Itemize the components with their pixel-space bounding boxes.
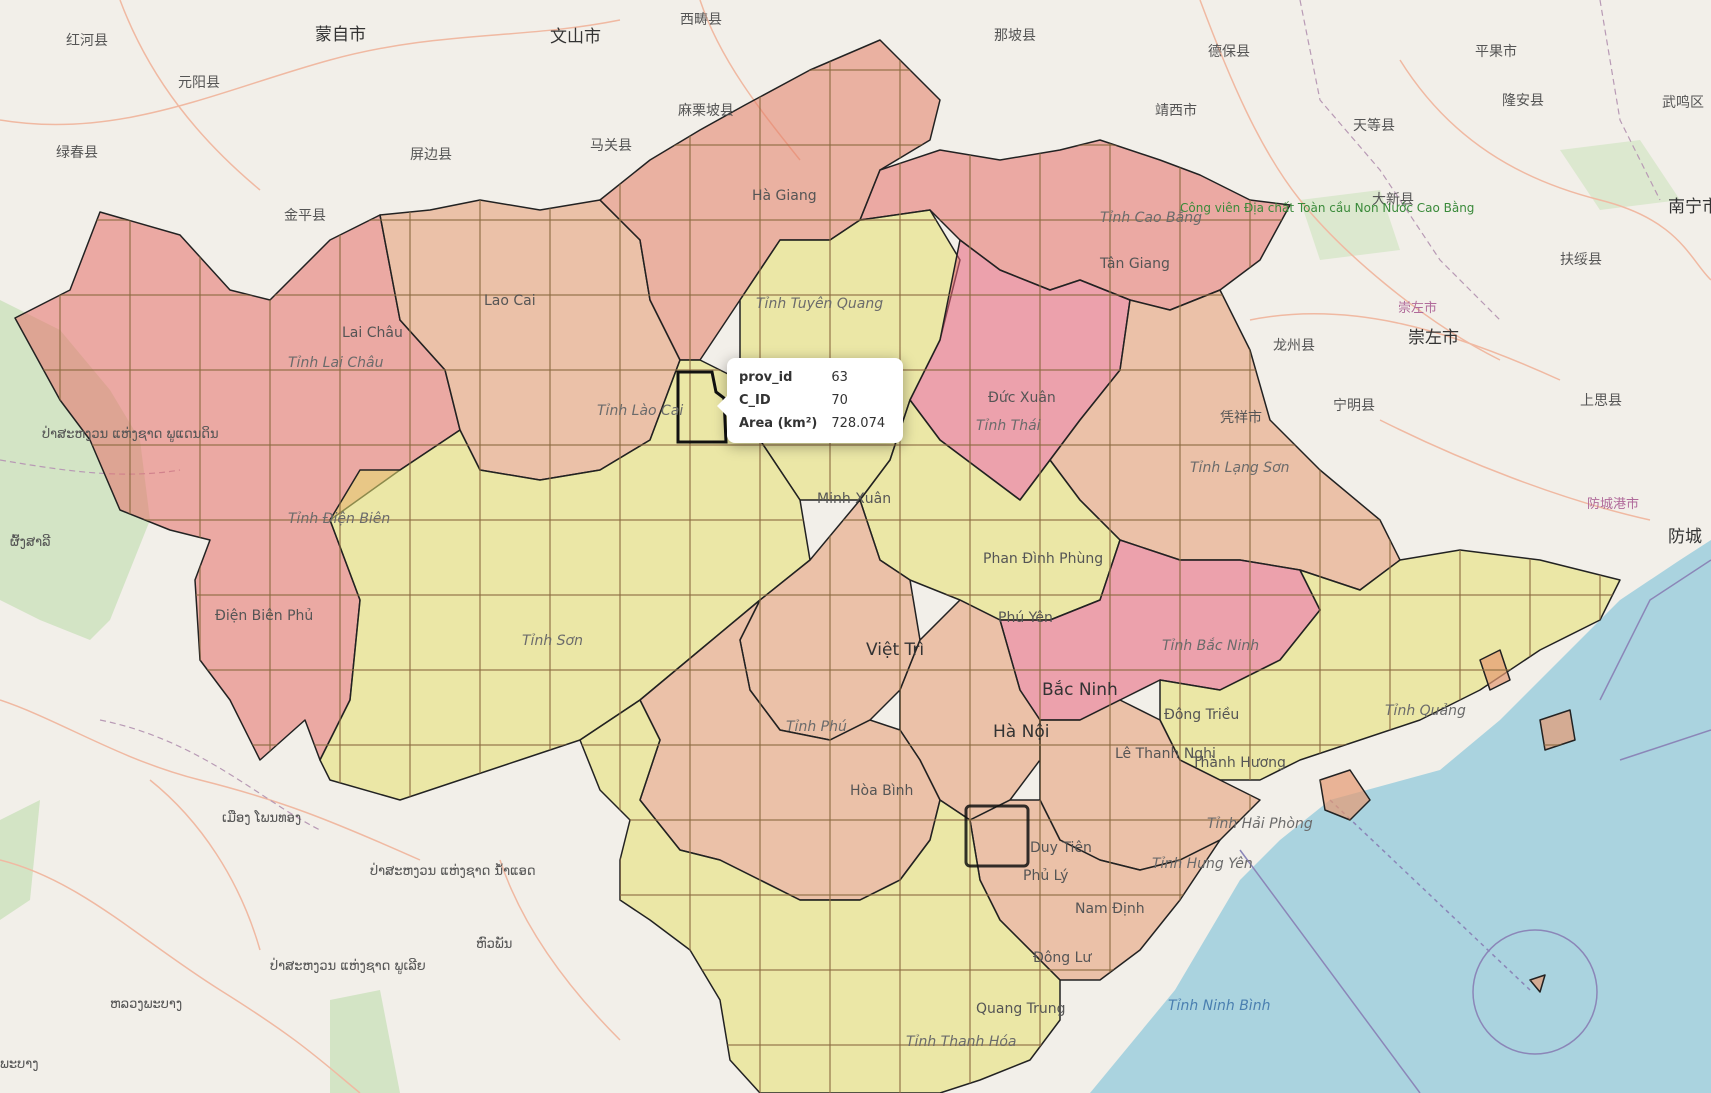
label-china-14: 绿春县: [56, 145, 98, 161]
label-laos-1: ຜົ້ງສາລີ: [10, 534, 51, 550]
label-china-24: 宁明县: [1333, 397, 1375, 414]
label-vn-31: Tỉnh Hưng Yên: [1152, 856, 1253, 872]
popup-key: Area (km²): [739, 416, 818, 431]
label-laos-4: ຫົວພັນ: [476, 937, 512, 952]
label-laos-5: ປ່າສະຫງວນ ແຫ່ງຊາດ ພູເລີຍ: [270, 957, 426, 974]
popup-row: C_ID 70: [739, 389, 891, 412]
label-vn-2: Tân Giang: [1099, 256, 1170, 272]
feature-popup[interactable]: prov_id 63 C_ID 70 Area (km²) 728.074: [716, 358, 904, 443]
label-laos-0: ປ່າສະຫງວນ ແຫ່ງຊາດ ພູແດນດິນ: [42, 425, 219, 442]
label-vn-23: Đông Triều: [1164, 706, 1239, 723]
label-china-10: 马关县: [590, 138, 632, 154]
label-china-0: 红河县: [66, 33, 108, 49]
label-vn-10: Tỉnh Lào Cai: [597, 403, 683, 419]
label-vn-36: Tỉnh Ninh Bình: [1168, 998, 1270, 1014]
label-china-2: 文山市: [550, 27, 601, 47]
label-china-7: 武鸣区: [1662, 94, 1704, 111]
label-laos-7: ພະບາງ: [0, 1057, 39, 1072]
label-vn-20: Bắc Ninh: [1042, 679, 1118, 700]
label-china-1: 蒙自市: [315, 25, 366, 45]
label-vn-34: Quang Trung: [976, 1001, 1066, 1017]
label-vn-18: Việt Trì: [866, 640, 924, 660]
label-vn-12: Tỉnh Lạng Sơn: [1190, 460, 1290, 476]
label-vn-32: Nam Định: [1075, 901, 1145, 917]
label-vn-6: Tỉnh Lai Châu: [288, 355, 384, 371]
label-vn-19: Tỉnh Bắc Ninh: [1162, 637, 1259, 654]
label-vn-24: Tỉnh Quảng: [1385, 703, 1466, 719]
forest-area: [0, 800, 40, 920]
forest-area: [1560, 140, 1680, 210]
label-vn-22: Hà Nội: [993, 722, 1049, 742]
label-vn-0: Hà Giang: [752, 188, 817, 204]
label-vn-14: Phan Đình Phùng: [983, 551, 1103, 567]
label-china-8: 元阳县: [178, 75, 220, 91]
label-vn-28: Tỉnh Hải Phòng: [1207, 816, 1313, 832]
label-china-27: 防城: [1668, 527, 1702, 547]
label-china-20: 崇左市: [1398, 300, 1437, 316]
label-china-4: 那坡县: [994, 28, 1036, 44]
popup-value: 728.074: [831, 416, 886, 431]
label-china-6: 平果市: [1475, 43, 1517, 60]
label-vn-8: Đức Xuân: [988, 390, 1056, 406]
label-vn-15: Điện Biên Phủ: [215, 608, 313, 624]
label-china-3: 西畴县: [680, 12, 722, 28]
label-vn-4: Lao Cai: [484, 293, 536, 309]
label-vn-33: Đông Lư: [1033, 950, 1092, 966]
label-china-19: 扶绥县: [1560, 252, 1602, 268]
label-china-25: 上思县: [1580, 393, 1622, 409]
popup-value: 63: [831, 370, 848, 385]
label-vn-7: Tỉnh Tuyên Quang: [756, 296, 883, 312]
label-laos-3: ປ່າສະຫງວນ ແຫ່ງຊາດ ນ້ຳແອດ: [370, 862, 536, 879]
label-vn-9: Tỉnh Thái: [976, 418, 1041, 434]
label-laos-6: ຫລວງພະບາງ: [110, 997, 182, 1012]
label-vn-26: Thành Hương: [1191, 755, 1286, 771]
map-canvas[interactable]: 红河县 蒙自市 文山市 西畴县 那坡县 德保县 平果市 武鸣区 元阳县 麻栗坡县…: [0, 0, 1711, 1093]
label-vn-13: Tỉnh Điện Biên: [288, 511, 390, 527]
label-china-18: 金平县: [284, 208, 326, 224]
label-vn-29: Duy Tiên: [1030, 840, 1092, 856]
label-china-23: 凭祥市: [1220, 409, 1262, 426]
popup-row: Area (km²) 728.074: [739, 412, 891, 435]
label-laos-2: ເມືອງ ໂພນທອງ: [222, 810, 301, 826]
popup-row: prov_id 63: [739, 366, 891, 389]
label-vn-11: Minh Xuân: [817, 491, 891, 507]
popup-key: C_ID: [739, 393, 771, 408]
popup-attribute-table: prov_id 63 C_ID 70 Area (km²) 728.074: [739, 366, 891, 435]
label-china-26: 防城港市: [1587, 496, 1639, 512]
basemap: 红河县 蒙自市 文山市 西畴县 那坡县 德保县 平果市 武鸣区 元阳县 麻栗坡县…: [0, 0, 1711, 1093]
label-china-21: 龙州县: [1273, 338, 1315, 354]
label-vn-3: Công viên Địa chất Toàn cầu Non Nước Cao…: [1180, 201, 1474, 215]
popup-key: prov_id: [739, 370, 793, 385]
label-china-12: 天等县: [1353, 117, 1395, 134]
label-china-11: 靖西市: [1155, 102, 1197, 119]
popup-value: 70: [831, 393, 848, 408]
label-vn-5: Lai Châu: [342, 325, 403, 341]
label-vn-21: Tỉnh Phú: [786, 719, 847, 735]
label-china-22: 崇左市: [1408, 328, 1459, 348]
label-vn-30: Phủ Lý: [1023, 868, 1068, 884]
label-china-15: 屏边县: [410, 147, 452, 163]
label-vn-16: Tỉnh Sơn: [522, 633, 583, 649]
label-vn-27: Hòa Bình: [850, 783, 913, 799]
label-vn-35: Tỉnh Thanh Hóa: [906, 1034, 1017, 1050]
label-china-13: 隆安县: [1502, 93, 1544, 109]
label-china-17: 南宁市: [1668, 197, 1711, 217]
label-china-5: 德保县: [1208, 44, 1250, 60]
label-china-9: 麻栗坡县: [678, 103, 734, 119]
label-vn-17: Phú Yên: [998, 610, 1053, 626]
